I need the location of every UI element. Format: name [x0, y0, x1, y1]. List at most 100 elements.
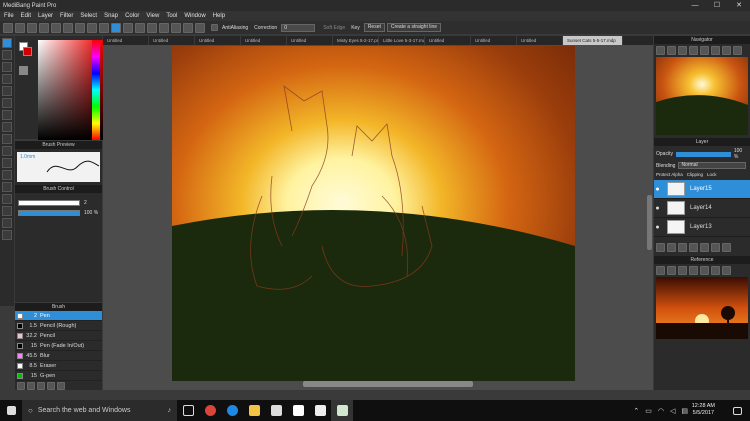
- windows-start-icon[interactable]: [0, 400, 22, 421]
- background-color-swatch[interactable]: [23, 47, 32, 56]
- ref-close-icon[interactable]: [678, 266, 687, 275]
- menu-select[interactable]: Select: [80, 13, 97, 19]
- copy-brush-icon[interactable]: [37, 382, 45, 390]
- tab-untitled[interactable]: Untitled: [471, 36, 517, 45]
- rotate-left-icon[interactable]: [700, 46, 709, 55]
- tab-untitled[interactable]: Untitled: [103, 36, 149, 45]
- ref-pick-icon[interactable]: [722, 266, 731, 275]
- save-icon[interactable]: [27, 22, 37, 33]
- canvas-vertical-scrollbar[interactable]: [647, 195, 652, 250]
- merge-down-icon[interactable]: [700, 243, 709, 252]
- blending-select[interactable]: Normal: [678, 162, 747, 169]
- brush-list-item[interactable]: 15 G-pen: [15, 371, 102, 381]
- layer-item[interactable]: ● Layer13: [654, 218, 750, 237]
- layer-item[interactable]: ● Layer15: [654, 180, 750, 199]
- add-layer-icon[interactable]: [656, 243, 665, 252]
- rotate-right-icon[interactable]: [711, 46, 720, 55]
- edge-icon[interactable]: [221, 400, 243, 421]
- open-file-icon[interactable]: [15, 22, 25, 33]
- volume-icon[interactable]: ◁: [670, 407, 675, 415]
- ref-zoom-in-icon[interactable]: [689, 266, 698, 275]
- reset-view-icon[interactable]: [733, 46, 742, 55]
- microphone-icon[interactable]: ♪: [168, 407, 172, 414]
- ref-fit-icon[interactable]: [711, 266, 720, 275]
- undo-icon[interactable]: [87, 22, 97, 33]
- layer-item[interactable]: ● Layer14: [654, 199, 750, 218]
- eraser-tool-icon[interactable]: [2, 50, 12, 60]
- tab-untitled[interactable]: Untitled: [149, 36, 195, 45]
- flip-icon[interactable]: [722, 46, 731, 55]
- file-explorer-icon[interactable]: [243, 400, 265, 421]
- zoom-in-icon[interactable]: [656, 46, 665, 55]
- tab-untitled[interactable]: Untitled: [195, 36, 241, 45]
- snap-off-icon[interactable]: [111, 22, 121, 33]
- cloud-brush-icon[interactable]: [47, 382, 55, 390]
- straight-line-button[interactable]: Create a straight line: [386, 23, 442, 32]
- add-brush-icon[interactable]: [17, 382, 25, 390]
- snap-curve-icon[interactable]: [183, 22, 193, 33]
- people-icon[interactable]: ⌃: [633, 407, 639, 415]
- brush-settings-icon[interactable]: [27, 382, 35, 390]
- snap-circle-icon[interactable]: [171, 22, 181, 33]
- hand-tool-icon[interactable]: [2, 218, 12, 228]
- canvas-horizontal-scrollbar[interactable]: [303, 381, 473, 387]
- brush-list-item[interactable]: 2 Pen: [15, 311, 102, 321]
- add-folder-icon[interactable]: [678, 243, 687, 252]
- menu-color[interactable]: Color: [125, 13, 139, 19]
- navigator-thumbnail[interactable]: [656, 57, 748, 135]
- magic-wand-tool-icon[interactable]: [2, 146, 12, 156]
- layer-visibility-icon[interactable]: ●: [654, 205, 661, 212]
- amazon-icon[interactable]: [287, 400, 309, 421]
- protect-alpha-checkbox[interactable]: Protect Alpha: [656, 172, 683, 177]
- zoom-out-icon[interactable]: [667, 46, 676, 55]
- layer-visibility-icon[interactable]: ●: [654, 186, 661, 193]
- move-tool-icon[interactable]: [2, 74, 12, 84]
- mail-icon[interactable]: [309, 400, 331, 421]
- print-icon[interactable]: [75, 22, 85, 33]
- ref-open-icon[interactable]: [656, 266, 665, 275]
- snap-cross-icon[interactable]: [135, 22, 145, 33]
- clipping-checkbox[interactable]: Clipping: [687, 172, 703, 177]
- brush-list-item[interactable]: 32.2 Pencil: [15, 331, 102, 341]
- layer-settings-icon[interactable]: [722, 243, 731, 252]
- menu-window[interactable]: Window: [184, 13, 205, 19]
- hue-slider[interactable]: [92, 40, 100, 140]
- tab-untitled[interactable]: Untitled: [517, 36, 563, 45]
- menu-layer[interactable]: Layer: [38, 13, 53, 19]
- notifications-icon[interactable]: [726, 400, 748, 421]
- correction-select[interactable]: 0: [281, 23, 316, 32]
- antialiasing-checkbox[interactable]: [211, 24, 218, 31]
- new-file-icon[interactable]: [3, 22, 13, 33]
- medibang-taskbar-icon[interactable]: [331, 400, 353, 421]
- minimize-button[interactable]: —: [684, 0, 706, 11]
- tab-untitled[interactable]: Untitled: [241, 36, 287, 45]
- fit-screen-icon[interactable]: [678, 46, 687, 55]
- menu-snap[interactable]: Snap: [104, 13, 118, 19]
- divide-tool-icon[interactable]: [2, 194, 12, 204]
- maximize-button[interactable]: ☐: [706, 0, 728, 11]
- menu-file[interactable]: File: [4, 13, 14, 19]
- transparent-color-swatch[interactable]: [19, 66, 28, 75]
- brush-list-item[interactable]: 15 Pen (Fade In/Out): [15, 341, 102, 351]
- redo-icon[interactable]: [99, 22, 109, 33]
- keyboard-icon[interactable]: ▤: [681, 407, 688, 415]
- duplicate-layer-icon[interactable]: [689, 243, 698, 252]
- eyedropper-tool-icon[interactable]: [2, 206, 12, 216]
- task-view-icon[interactable]: [177, 400, 199, 421]
- dot-tool-icon[interactable]: [2, 62, 12, 72]
- fill-tool-icon[interactable]: [2, 86, 12, 96]
- cloud-icon[interactable]: [39, 22, 49, 33]
- reset-button[interactable]: Reset: [363, 23, 385, 32]
- close-button[interactable]: ✕: [728, 0, 750, 11]
- layer-visibility-icon[interactable]: ●: [654, 224, 661, 231]
- select-pen-tool-icon[interactable]: [2, 158, 12, 168]
- brush-tool-icon[interactable]: [2, 38, 12, 48]
- cloud-open-icon[interactable]: [51, 22, 61, 33]
- text-tool-icon[interactable]: [2, 182, 12, 192]
- store-icon[interactable]: [265, 400, 287, 421]
- cloud-save-icon[interactable]: [63, 22, 73, 33]
- network-icon[interactable]: ◠: [658, 407, 664, 415]
- actual-size-icon[interactable]: [689, 46, 698, 55]
- brush-list-item[interactable]: 8.5 Eraser: [15, 361, 102, 371]
- brush-list-item[interactable]: 45.5 Blur: [15, 351, 102, 361]
